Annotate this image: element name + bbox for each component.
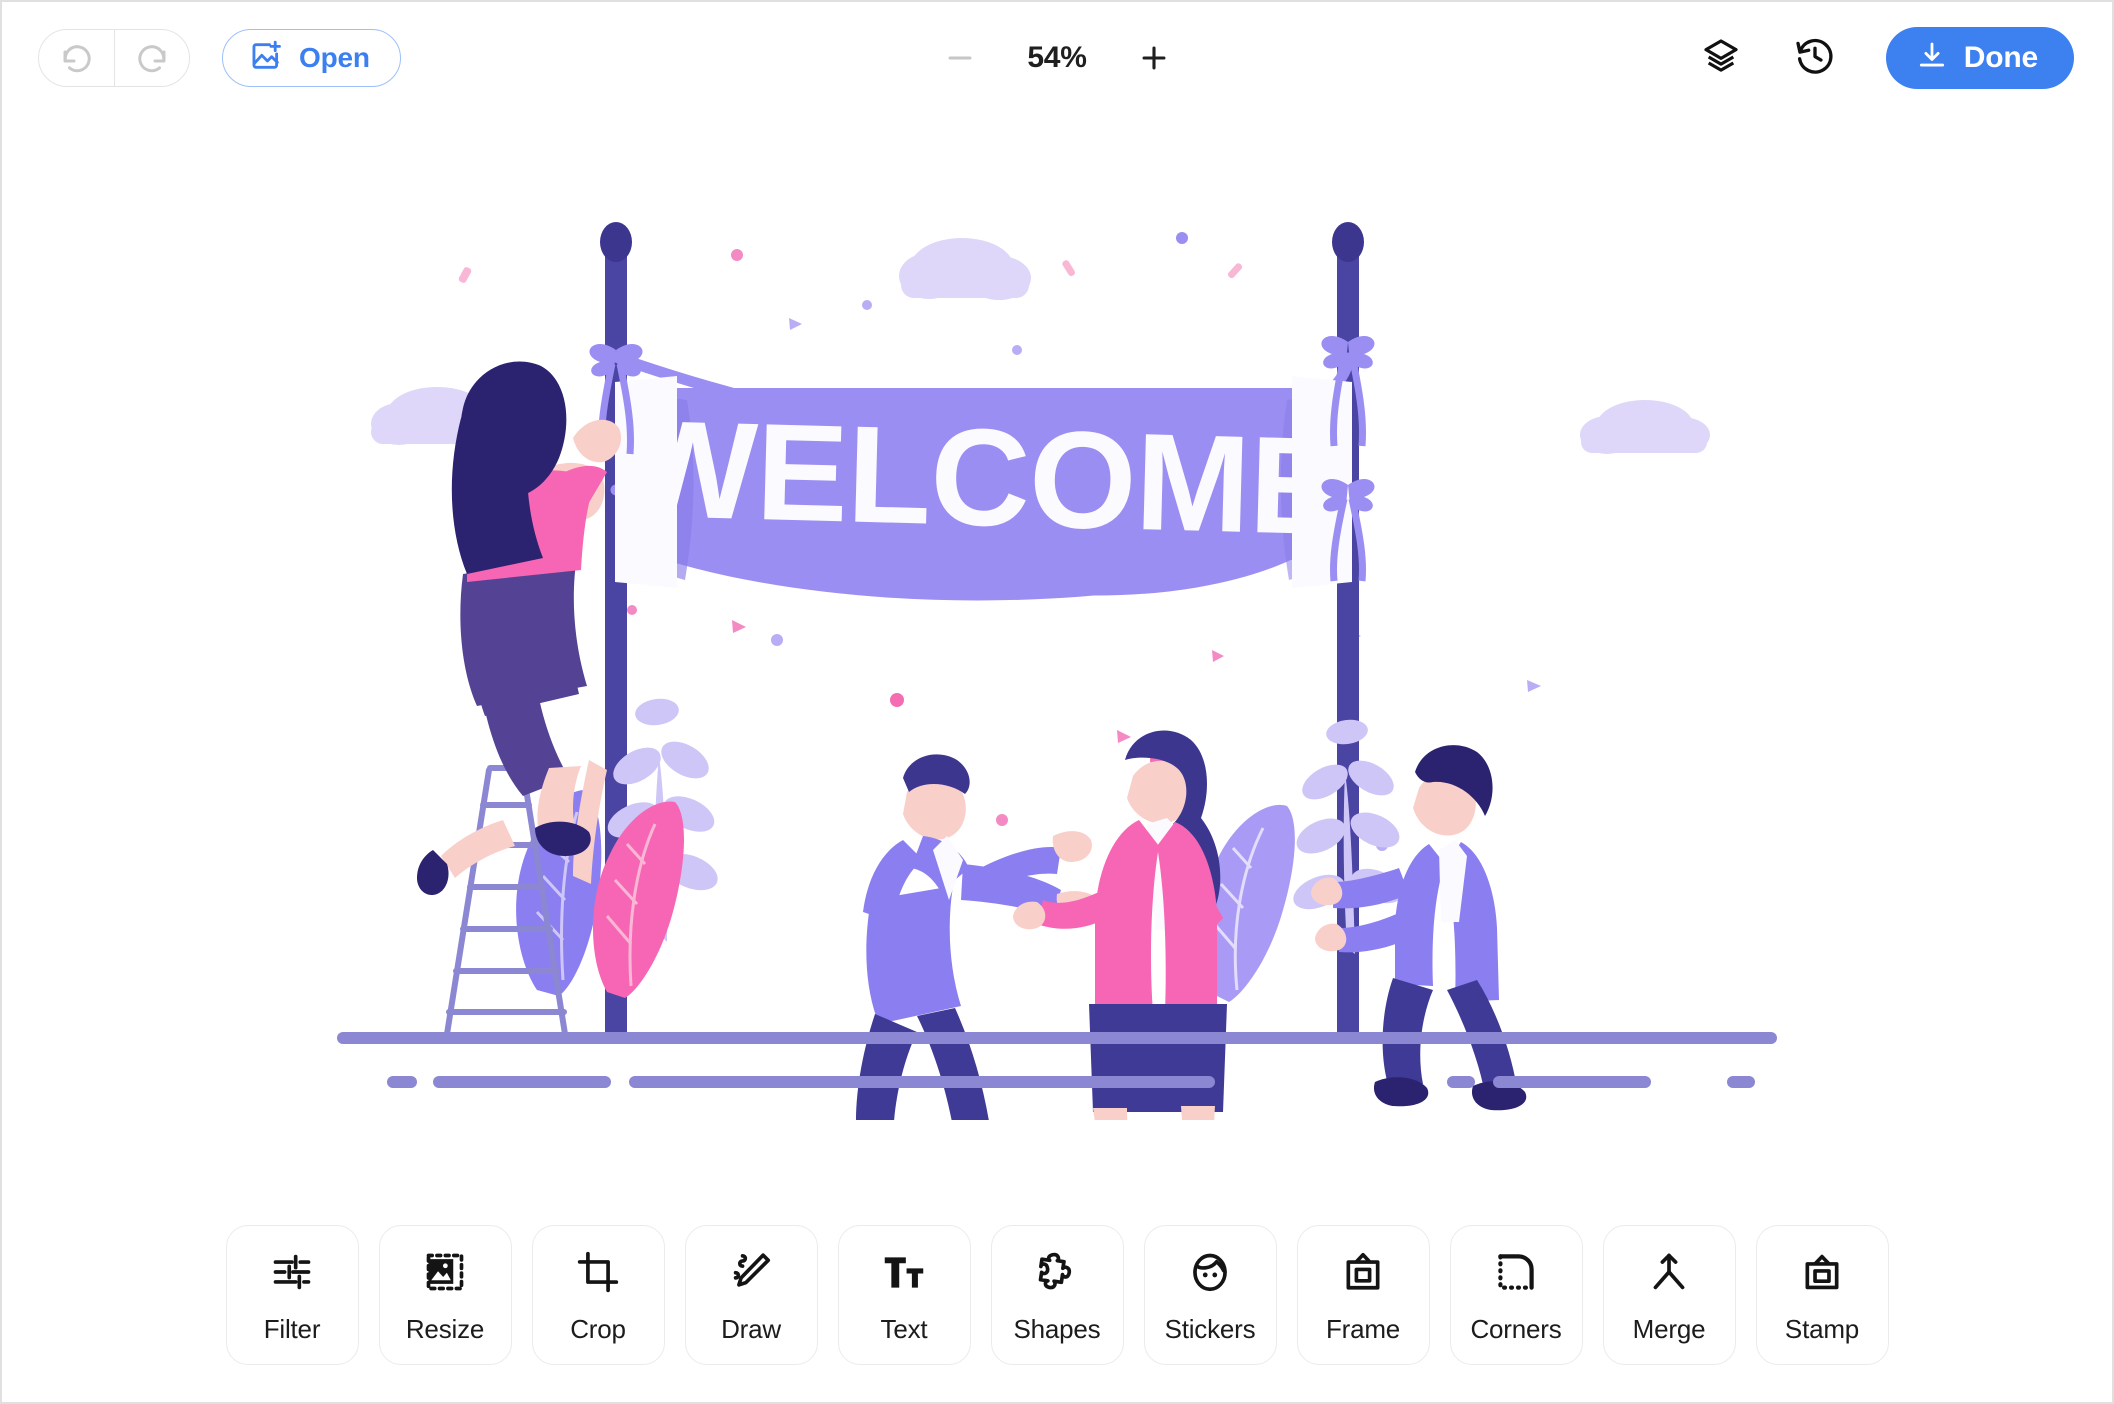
tool-label: Stamp	[1784, 1313, 1860, 1344]
header-right-group: Done	[1698, 27, 2074, 89]
tool-frame[interactable]: Frame	[1296, 1225, 1430, 1365]
download-icon	[1916, 40, 1948, 77]
frame-icon	[1341, 1246, 1385, 1298]
sticker-face-icon	[1188, 1246, 1232, 1298]
history-button[interactable]	[1792, 35, 1838, 81]
tool-draw[interactable]: Draw	[684, 1225, 818, 1365]
canvas-area[interactable]: WELCOME	[2, 114, 2112, 1206]
tool-label: Filter	[263, 1313, 321, 1344]
tool-text[interactable]: Text	[837, 1225, 971, 1365]
tool-label: Resize	[405, 1313, 485, 1344]
tool-label: Draw	[721, 1313, 781, 1344]
tool-filter[interactable]: Filter	[225, 1225, 359, 1365]
tool-stickers[interactable]: Stickers	[1143, 1225, 1277, 1365]
welcome-banner-illustration: WELCOME	[337, 200, 1777, 1120]
tools-toolbar: Filter Resize Crop Draw Text Shapes Stic…	[2, 1206, 2112, 1402]
tool-resize[interactable]: Resize	[378, 1225, 512, 1365]
pencil-icon	[729, 1246, 773, 1298]
resize-image-icon	[423, 1246, 467, 1298]
header-left-group: Open	[38, 29, 401, 87]
zoom-level-value: 54%	[1027, 41, 1087, 74]
history-clock-icon	[1794, 35, 1836, 82]
puzzle-piece-icon	[1035, 1246, 1079, 1298]
crop-icon	[576, 1246, 620, 1298]
merge-arrow-icon	[1647, 1246, 1691, 1298]
redo-button[interactable]	[114, 30, 189, 86]
open-button[interactable]: Open	[222, 29, 401, 87]
tool-label: Corners	[1470, 1313, 1562, 1344]
tool-corners[interactable]: Corners	[1449, 1225, 1583, 1365]
open-button-label: Open	[299, 42, 370, 73]
done-button-label: Done	[1963, 41, 2038, 74]
add-image-icon	[249, 39, 283, 78]
sliders-icon	[270, 1246, 314, 1298]
zoom-control-group: 54%	[939, 37, 1175, 79]
tool-shapes[interactable]: Shapes	[990, 1225, 1124, 1365]
undo-button[interactable]	[39, 30, 114, 86]
tool-label: Text	[880, 1313, 928, 1344]
zoom-out-button[interactable]	[939, 37, 981, 79]
tool-label: Crop	[570, 1313, 626, 1344]
text-size-icon	[882, 1246, 926, 1298]
tool-stamp[interactable]: Stamp	[1755, 1225, 1889, 1365]
layers-button[interactable]	[1698, 35, 1744, 81]
tool-label: Frame	[1325, 1313, 1401, 1344]
tool-label: Stickers	[1164, 1313, 1256, 1344]
banner-text: WELCOME	[625, 392, 1342, 565]
done-button[interactable]: Done	[1885, 27, 2074, 89]
tool-crop[interactable]: Crop	[531, 1225, 665, 1365]
tool-merge[interactable]: Merge	[1602, 1225, 1736, 1365]
stamp-icon	[1800, 1246, 1844, 1298]
zoom-in-button[interactable]	[1133, 37, 1175, 79]
tool-label: Shapes	[1013, 1313, 1101, 1344]
rounded-corner-icon	[1494, 1246, 1538, 1298]
tool-label: Merge	[1632, 1313, 1706, 1344]
image-editor-window: Open 54% Done WELCOME Filter Resize Crop…	[0, 0, 2114, 1404]
layers-icon	[1701, 36, 1741, 81]
artboard-image[interactable]: WELCOME	[337, 200, 1777, 1120]
undo-redo-group	[38, 29, 190, 87]
editor-header: Open 54% Done	[2, 2, 2112, 114]
